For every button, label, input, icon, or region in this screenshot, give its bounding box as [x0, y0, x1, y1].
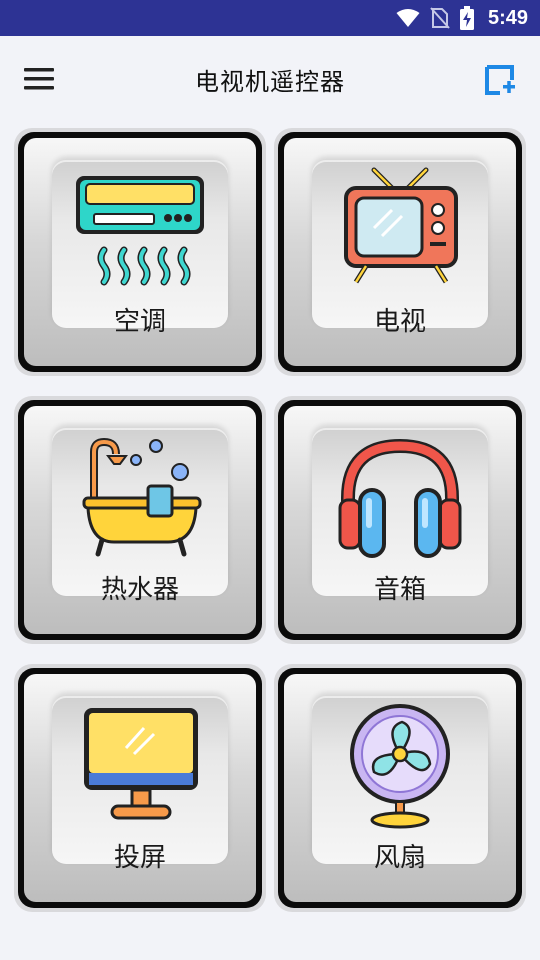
device-card-screen-cast[interactable]: 投屏: [14, 664, 266, 912]
device-card-speaker[interactable]: 音箱: [274, 396, 526, 644]
no-sim-icon: [430, 7, 450, 29]
battery-charging-icon: [459, 6, 474, 30]
device-label: 空调: [113, 307, 166, 337]
device-card-tv[interactable]: 电视: [274, 128, 526, 376]
status-bar: 5:49: [0, 0, 540, 36]
device-label: 风扇: [373, 843, 426, 873]
device-label: 音箱: [373, 575, 426, 605]
add-device-icon: [485, 65, 515, 95]
water-heater-icon: [82, 437, 202, 557]
app-bar: 电视机遥控器: [0, 36, 540, 122]
headphones-speaker-icon: [338, 438, 462, 558]
device-label: 热水器: [100, 575, 179, 605]
monitor-screen-cast-icon: [84, 708, 198, 820]
device-card-fan[interactable]: 风扇: [274, 664, 526, 912]
device-card-water-heater[interactable]: 热水器: [14, 396, 266, 644]
device-label: 电视: [373, 307, 426, 337]
device-card-air-conditioner[interactable]: 空调: [14, 128, 266, 376]
page-title: 电视机遥控器: [195, 68, 345, 96]
device-label: 投屏: [113, 843, 166, 873]
add-device-button[interactable]: [484, 64, 518, 98]
television-icon: [344, 167, 458, 284]
wifi-icon: [396, 9, 420, 27]
fan-icon: [350, 704, 450, 829]
air-conditioner-icon: [76, 176, 204, 286]
clock: 5:49: [487, 6, 528, 29]
